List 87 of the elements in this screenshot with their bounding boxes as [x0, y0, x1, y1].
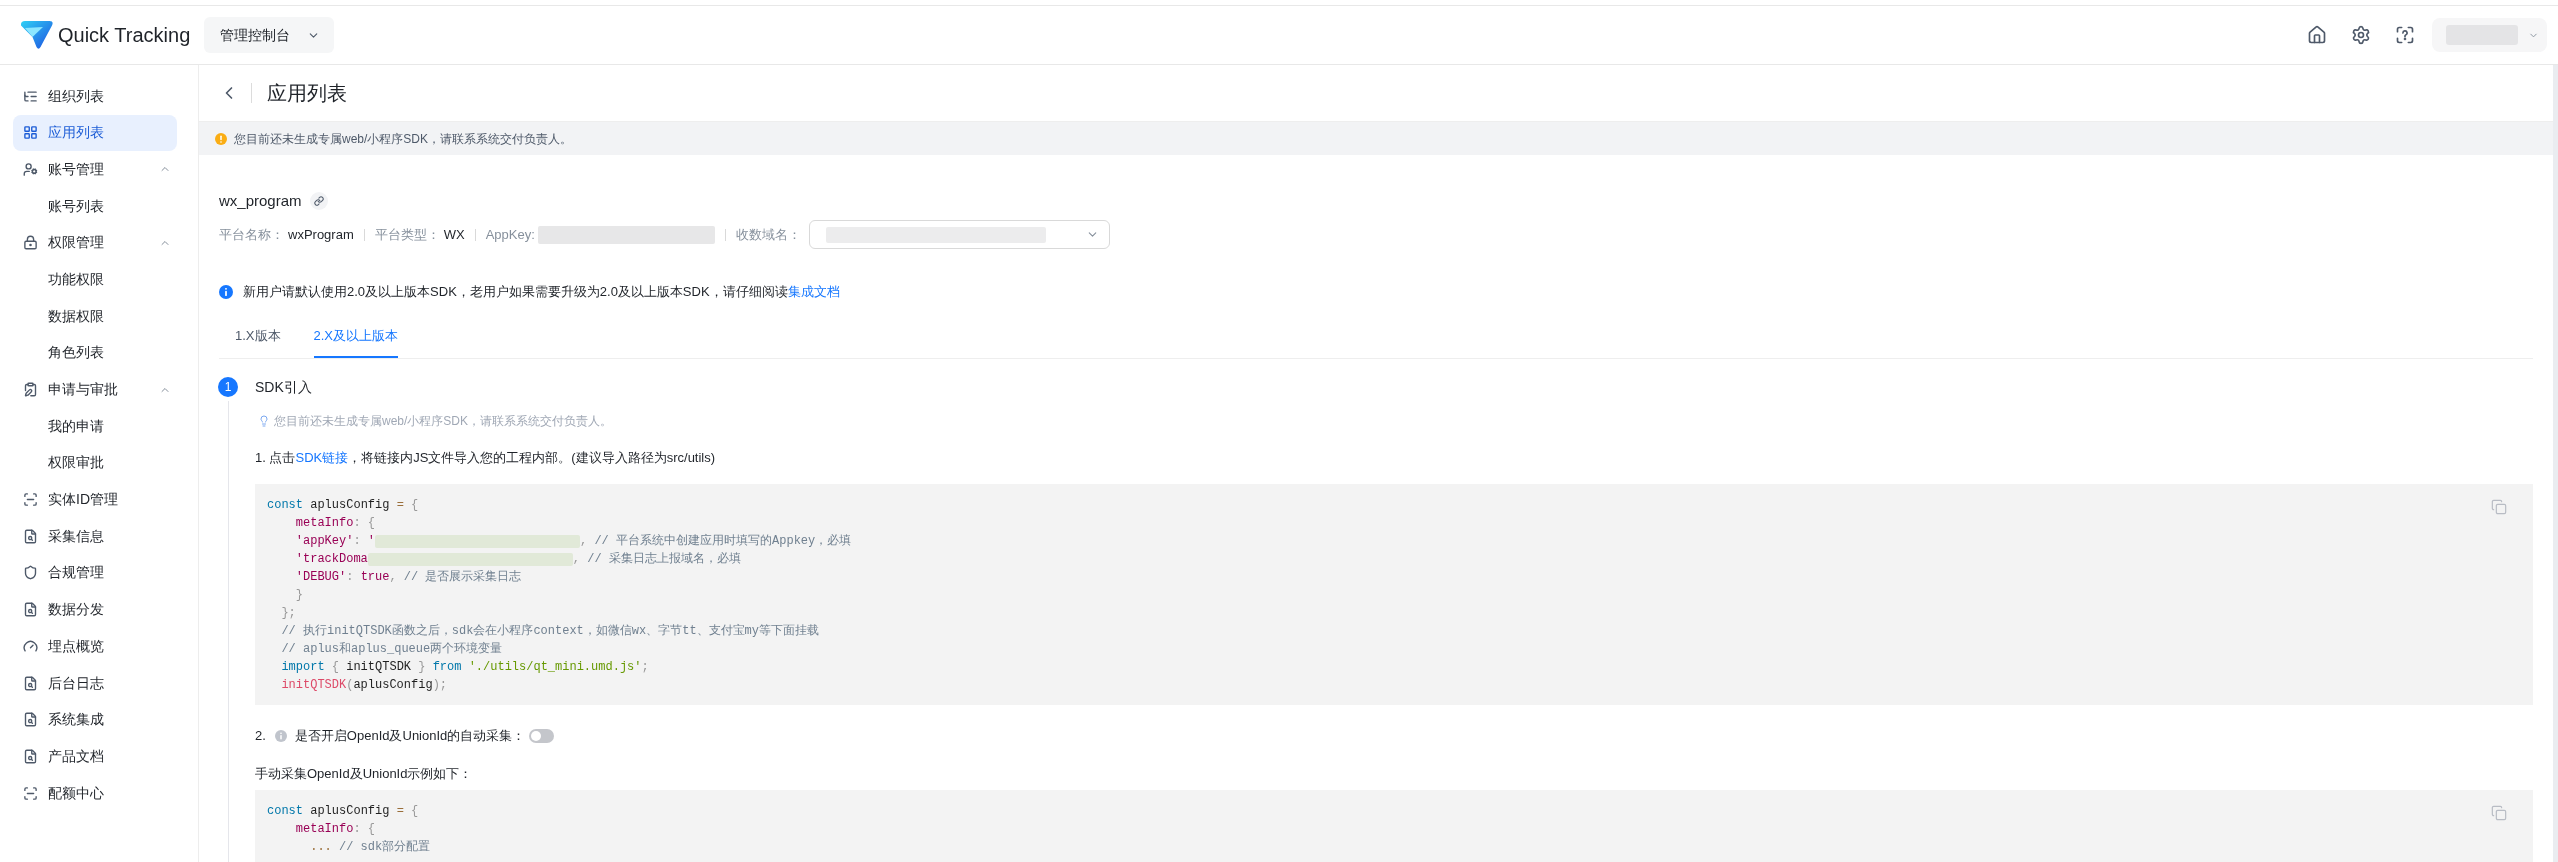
sidebar-item[interactable]: 合规管理: [13, 554, 177, 591]
file-search-icon: [23, 602, 38, 618]
sdk-link[interactable]: SDK链接: [295, 450, 349, 465]
copy-icon[interactable]: [2491, 805, 2507, 821]
instruction-text: 1. 点击SDK链接，将链接内JS文件导入您的工程内部。(建议导入路径为src/utils): [255, 449, 716, 467]
code-line: ... // sdk部分配置: [310, 839, 431, 856]
sidebar-item[interactable]: 申请与审批: [13, 371, 177, 408]
sidebar-subitem[interactable]: 角色列表: [13, 334, 177, 371]
product-name: Quick Tracking: [58, 23, 191, 48]
code-text: , // 采集日志上报域名，必填: [572, 551, 741, 568]
sidebar-item[interactable]: 产品文档: [13, 738, 177, 775]
sidebar-item[interactable]: 埋点概览: [13, 628, 177, 665]
code-line: }: [295, 587, 303, 604]
tab[interactable]: 2.X及以上版本: [313, 316, 399, 358]
notice-text: 您目前还未生成专属web/小程序SDK，请联系系统交付负责人。: [234, 130, 573, 148]
user-menu-button[interactable]: [2432, 18, 2547, 52]
file-search-icon: [23, 712, 38, 728]
app-name: wx_program: [219, 190, 302, 211]
settings-icon[interactable]: [2351, 25, 2371, 45]
field-label: AppKey:: [485, 225, 535, 244]
code-line: const aplusConfig = {: [267, 803, 419, 820]
sidebar-subitem[interactable]: 权限审批: [13, 444, 177, 481]
sidebar-item[interactable]: 账号管理: [13, 151, 177, 188]
scan-frame-icon: [23, 492, 38, 508]
step-number: 1: [218, 377, 238, 397]
sidebar-item[interactable]: 数据分发: [13, 591, 177, 628]
scan-frame-icon: [23, 785, 38, 801]
sidebar-item[interactable]: 系统集成: [13, 701, 177, 738]
home-icon[interactable]: [2307, 25, 2327, 45]
sidebar-item[interactable]: 组织列表: [13, 78, 177, 114]
tree-list-icon: [23, 88, 38, 104]
lightbulb-icon: [258, 415, 270, 427]
workspace-dropdown[interactable]: 管理控制台: [204, 17, 335, 53]
code-line: };: [281, 605, 296, 622]
info-message: 新用户请默认使用2.0及以上版本SDK，老用户如果需要升级为2.0及以上版本SDK，请仔细阅读集成文档: [243, 283, 840, 302]
sidebar-subitem[interactable]: 功能权限: [13, 261, 177, 298]
sidebar-item[interactable]: 采集信息: [13, 518, 177, 555]
file-search-icon: [23, 675, 38, 691]
code-line: const aplusConfig = {: [267, 497, 419, 514]
file-search-icon: [23, 528, 38, 544]
copy-icon[interactable]: [2491, 499, 2507, 515]
field-value: wxProgram: [288, 225, 354, 244]
code-text: 'trackDoma: [295, 551, 368, 568]
user-gear-icon: [23, 161, 38, 177]
toggle-switch[interactable]: [529, 729, 555, 743]
field-label: 平台名称：: [219, 225, 284, 244]
clipboard-pen-icon: [23, 382, 38, 397]
code-line: 'DEBUG': true, // 是否展示采集日志: [295, 569, 522, 586]
sidebar-subitem[interactable]: 账号列表: [13, 188, 177, 225]
example-heading: 手动采集OpenId及UnionId示例如下：: [255, 765, 473, 783]
field-value: WX: [443, 225, 465, 244]
code-text: , // 平台系统中创建应用时填写的Appkey，必填: [580, 533, 852, 550]
sidebar-subitem[interactable]: 我的申请: [13, 408, 177, 445]
docs-link[interactable]: 集成文档: [787, 284, 840, 300]
sidebar-item[interactable]: 实体ID管理: [13, 481, 177, 518]
code-line: metaInfo: {: [295, 821, 375, 838]
code-line: // aplus和aplus_queue两个环境变量: [281, 641, 503, 658]
sidebar-item[interactable]: 配额中心: [13, 775, 177, 812]
code-line: import { initQTSDK } from './utils/qt_mini.umd.js';: [281, 659, 649, 676]
lock-icon: [23, 235, 38, 251]
sidebar-item[interactable]: 应用列表: [13, 114, 177, 151]
domain-select[interactable]: [808, 220, 1110, 249]
code-line: metaInfo: {: [295, 515, 375, 532]
info-icon: [274, 730, 287, 742]
gauge-icon: [23, 638, 38, 654]
file-search-icon: [23, 748, 38, 764]
page-title: 应用列表: [267, 81, 347, 106]
code-text: 'appKey': ': [295, 533, 375, 550]
help-icon[interactable]: [2395, 25, 2415, 45]
sidebar-item[interactable]: 后台日志: [13, 665, 177, 701]
grid-icon: [23, 125, 38, 141]
step-title: SDK引入: [255, 377, 312, 397]
item-number: 2.: [255, 727, 266, 746]
link-icon[interactable]: [309, 192, 328, 210]
sidebar-subitem[interactable]: 数据权限: [13, 298, 177, 335]
code-line: // 执行initQTSDK函数之后，sdk会在小程序context，如微信wx、字节tt、支付宝my等下面挂载: [281, 623, 820, 640]
sidebar-item[interactable]: 权限管理: [13, 224, 177, 261]
tip-text: 您目前还未生成专属web/小程序SDK，请联系系统交付负责人。: [274, 413, 613, 430]
logo-icon: [20, 20, 54, 50]
code-line: initQTSDK(aplusConfig);: [281, 677, 448, 694]
field-label: 平台类型：: [374, 225, 440, 244]
tab[interactable]: 1.X版本: [235, 316, 281, 358]
info-icon: [219, 285, 233, 299]
field-label: 收数域名：: [735, 225, 801, 244]
warning-icon: [215, 132, 227, 145]
toggle-label: 是否开启OpenId及UnionId的自动采集：: [294, 727, 526, 746]
shield-icon: [23, 565, 38, 581]
